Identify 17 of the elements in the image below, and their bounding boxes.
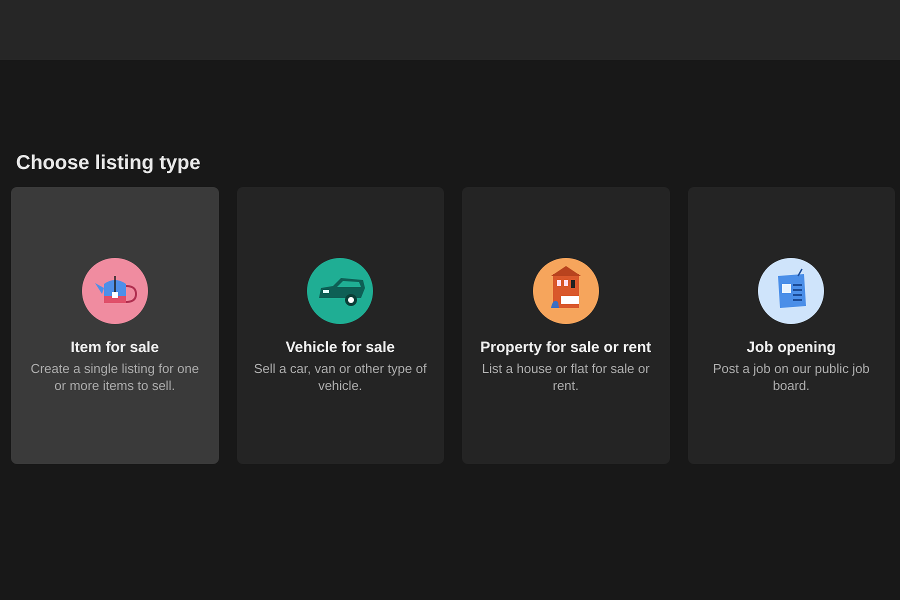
listing-type-card[interactable]: Item for sale Create a single listing for one or more items to sell. [11,187,218,464]
card-title: Vehicle for sale [286,338,395,358]
card-title: Item for sale [70,338,159,358]
listing-type-card[interactable]: Job opening Post a job on our public job board. [688,187,895,464]
card-description: Create a single listing for one or more items to sell. [30,360,200,394]
card-description: List a house or flat for sale or rent. [480,360,651,394]
listing-type-card[interactable]: Property for sale or rent List a house or flat for sale or rent. [462,187,670,464]
card-title: Property for sale or rent [480,338,652,358]
listing-type-card[interactable]: Vehicle for sale Sell a car, van or other type of vehicle. [236,187,444,464]
card-description: Post a job on our public job board. [712,360,871,394]
card-description: Sell a car, van or other type of vehicle. [252,360,428,394]
page-heading: Choose listing type [16,152,202,175]
house-icon [532,258,599,324]
teapot-icon [82,258,148,324]
card-title: Job opening [746,338,836,358]
job-board-icon [758,258,824,324]
car-icon [307,258,374,324]
